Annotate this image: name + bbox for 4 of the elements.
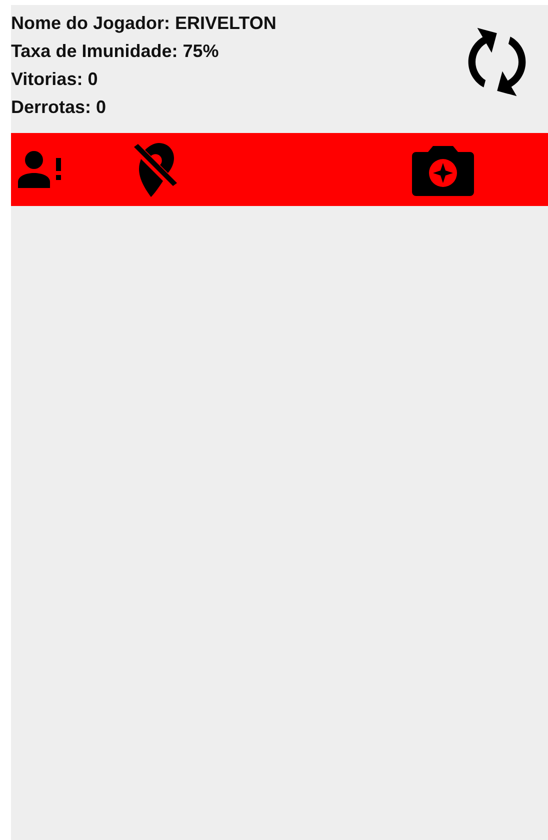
- player-stat: Taxa de Imunidade: 75%: [11, 40, 220, 63]
- player-stat: Vitorias: 0: [11, 68, 99, 91]
- player-stat: Nome do Jogador: ERIVELTON: [11, 12, 276, 35]
- player-stat: Derrotas: 0: [11, 96, 108, 119]
